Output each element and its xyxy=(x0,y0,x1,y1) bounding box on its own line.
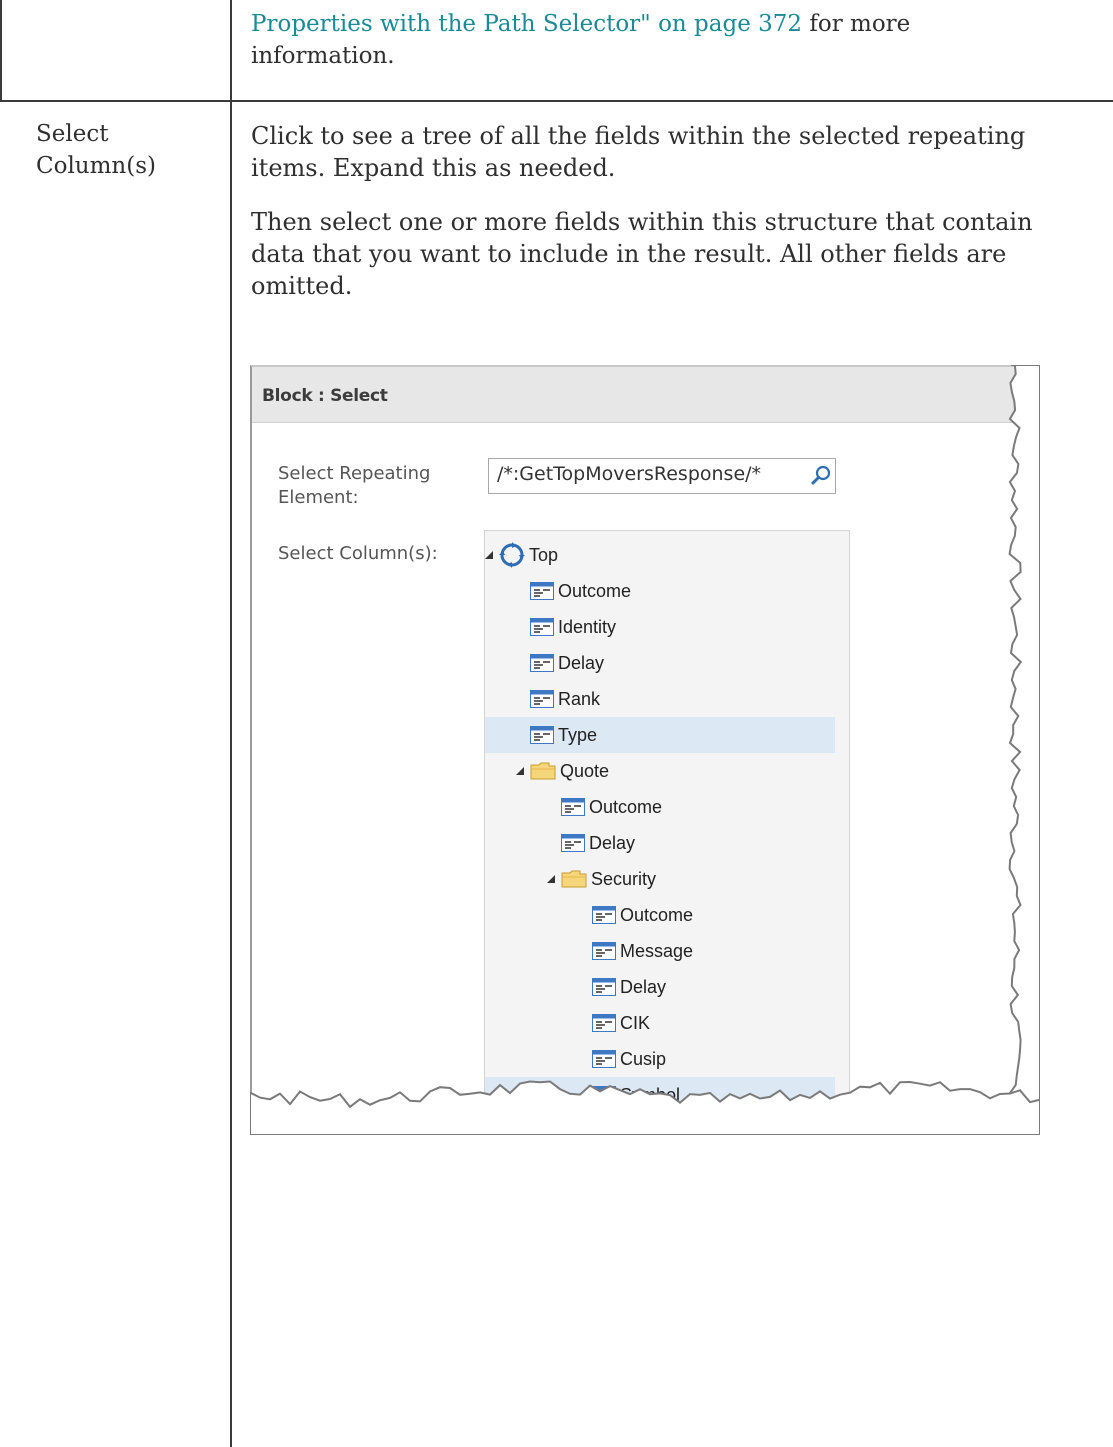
torn-edge-bottom xyxy=(250,1080,1040,1135)
tree-node-label: Message xyxy=(620,940,694,961)
tree-row[interactable]: Type xyxy=(485,717,835,753)
tree-row[interactable]: CIK xyxy=(485,1005,835,1041)
block-select-screenshot: Block : Select Select Repeating Element: … xyxy=(250,365,1040,1135)
repeating-element-label: Select Repeating Element: xyxy=(278,463,431,508)
repeating-element-input[interactable]: /*:GetTopMoversResponse/* xyxy=(488,458,836,494)
tree-node-label: Identity xyxy=(558,616,617,637)
page-reference-link[interactable]: Properties with the Path Selector" on pa… xyxy=(251,11,802,37)
folder-icon xyxy=(530,761,556,781)
tree-row[interactable]: Outcome xyxy=(485,897,835,933)
field-icon xyxy=(592,942,616,960)
tree-node-label: Rank xyxy=(558,688,601,709)
tree-row[interactable]: Outcome xyxy=(485,789,835,825)
tree-row[interactable]: Identity xyxy=(485,609,835,645)
field-icon xyxy=(530,654,554,672)
expand-toggle-icon[interactable] xyxy=(485,549,499,561)
field-icon xyxy=(592,978,616,996)
paragraph-text: for more xyxy=(802,11,911,37)
tree-node-label: Quote xyxy=(560,760,610,781)
tree-node-label: Delay xyxy=(589,832,636,853)
column-tree: Top Outcome Identity Delay Rank Type Quote Outc… xyxy=(484,530,850,1127)
field-icon xyxy=(561,834,585,852)
paragraph-text: information. xyxy=(251,43,395,69)
field-icon xyxy=(530,690,554,708)
folder-icon xyxy=(561,869,587,889)
field-icon xyxy=(530,726,554,744)
tree-row[interactable]: Security xyxy=(485,861,835,897)
tree-row[interactable]: Delay xyxy=(485,645,835,681)
field-icon xyxy=(592,906,616,924)
row-label: Select Column(s) xyxy=(36,121,156,179)
tree-row[interactable]: Delay xyxy=(485,969,835,1005)
repeating-element-value: /*:GetTopMoversResponse/* xyxy=(497,463,762,485)
torn-edge-right xyxy=(1008,365,1040,1125)
table-left-border xyxy=(0,0,2,100)
block-select-dialog: Block : Select Select Repeating Element: … xyxy=(250,365,1032,1127)
tree-node-label: Delay xyxy=(558,652,605,673)
table-row-divider xyxy=(0,100,1113,102)
expand-toggle-icon[interactable] xyxy=(514,765,530,777)
expand-toggle-icon[interactable] xyxy=(545,873,561,885)
field-icon xyxy=(592,1014,616,1032)
tree-row[interactable]: Message xyxy=(485,933,835,969)
tree-row[interactable]: Top xyxy=(485,537,835,573)
element-icon xyxy=(499,542,525,568)
table-column-divider xyxy=(230,0,232,1447)
tree-node-label: Outcome xyxy=(589,796,663,817)
field-icon xyxy=(530,618,554,636)
description-paragraph-2: Then select one or more fields within th… xyxy=(251,208,1033,300)
tree-node-label: Outcome xyxy=(558,580,632,601)
continued-paragraph: Properties with the Path Selector" on pa… xyxy=(251,8,1111,72)
tree-row[interactable]: Rank xyxy=(485,681,835,717)
tree-node-label: Type xyxy=(558,724,598,745)
tree-node-label: Delay xyxy=(620,976,667,997)
tree-node-label: Top xyxy=(529,544,559,565)
description-paragraph-1: Click to see a tree of all the fields wi… xyxy=(251,122,1026,182)
tree-row[interactable]: Outcome xyxy=(485,573,835,609)
field-icon xyxy=(561,798,585,816)
tree-node-label: Security xyxy=(591,868,657,889)
select-columns-label: Select Column(s): xyxy=(278,543,438,564)
dialog-title: Block : Select xyxy=(252,367,1032,423)
search-icon[interactable] xyxy=(809,463,833,489)
tree-node-label: Outcome xyxy=(620,904,694,925)
tree-node-label: CIK xyxy=(620,1012,651,1033)
tree-row[interactable]: Delay xyxy=(485,825,835,861)
field-icon xyxy=(530,582,554,600)
tree-row[interactable]: Quote xyxy=(485,753,835,789)
